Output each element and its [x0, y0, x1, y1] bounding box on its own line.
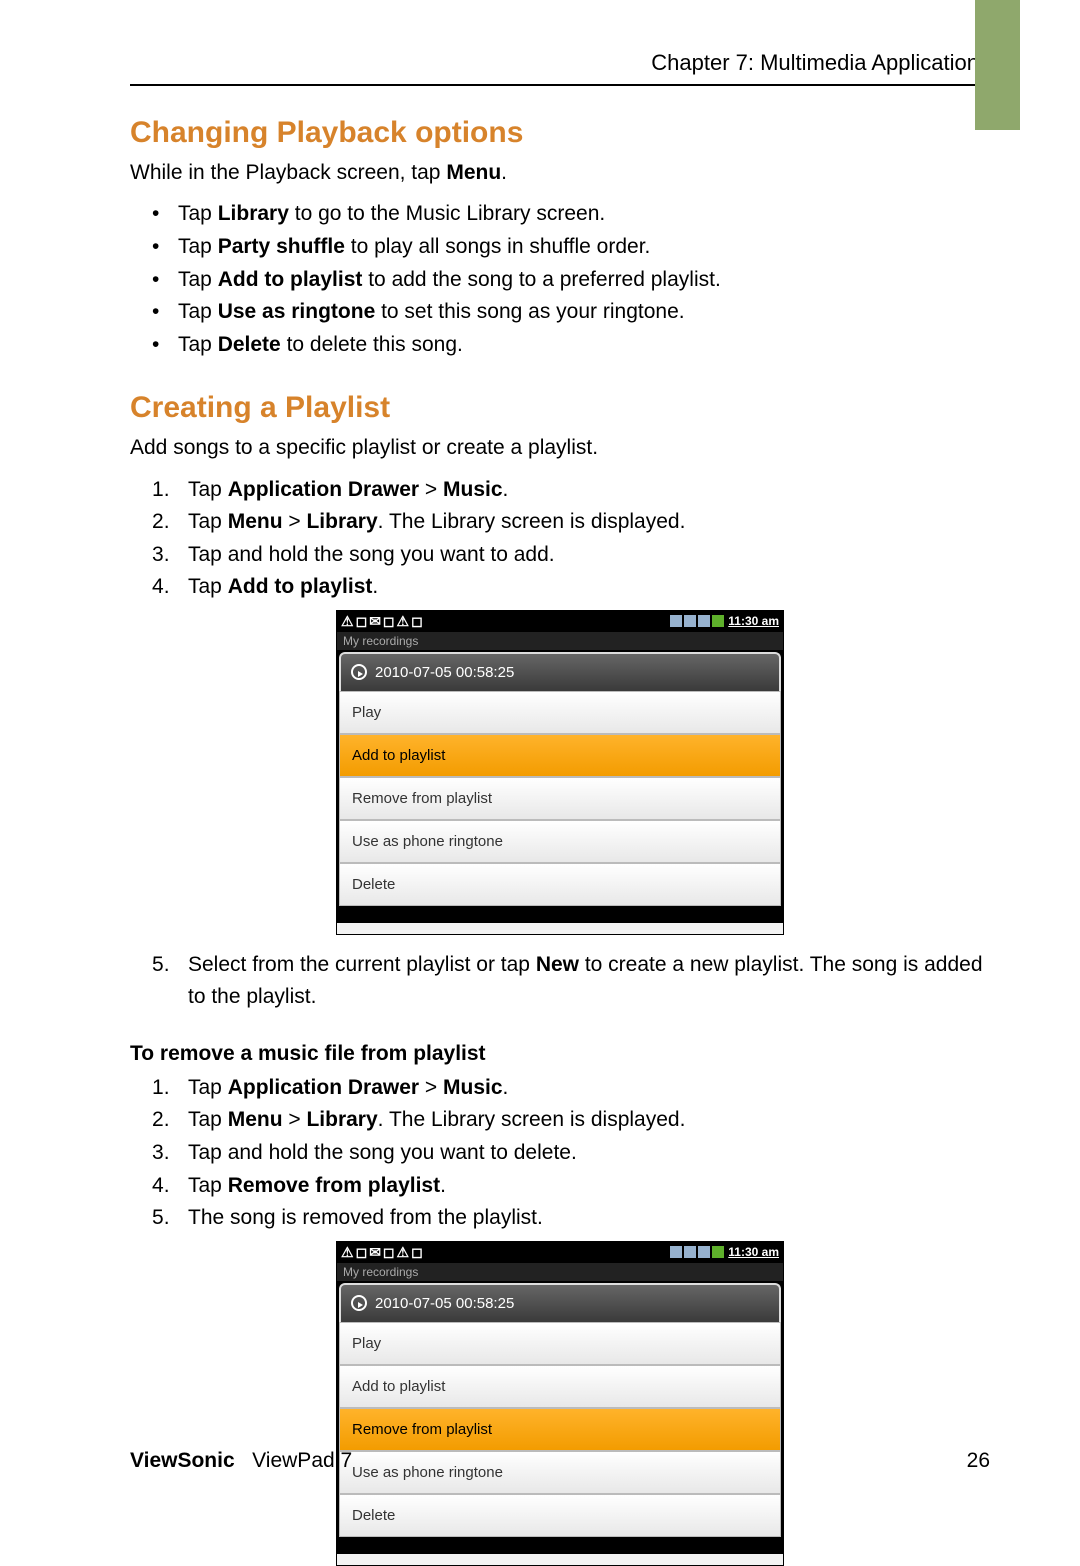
step-item: Tap and hold the song you want to add.	[158, 539, 990, 572]
step-item: The song is removed from the playlist.	[158, 1202, 990, 1235]
menu-item-delete[interactable]: Delete	[339, 1494, 781, 1537]
phone-screenshot-add: ⚠ ◻ ✉ ◻ ⚠ ◻ 11:30 am My recordings 2010-…	[336, 610, 784, 935]
menu-item-use-as-ringtone[interactable]: Use as phone ringtone	[339, 820, 781, 863]
dialog-title: 2010-07-05 00:58:25	[339, 652, 781, 691]
status-time: 11:30 am	[728, 614, 779, 628]
charge-icon	[712, 1246, 724, 1258]
page-number: 26	[967, 1449, 990, 1473]
menu-item-remove-from-playlist[interactable]: Remove from playlist	[339, 777, 781, 820]
bullet-list-playback: Tap Library to go to the Music Library s…	[130, 198, 990, 361]
menu-item-remove-from-playlist[interactable]: Remove from playlist	[339, 1408, 781, 1451]
steps-list-create-cont: Select from the current playlist or tap …	[130, 949, 990, 1014]
subheading-remove: To remove a music file from playlist	[130, 1042, 990, 1066]
step-item: Select from the current playlist or tap …	[158, 949, 990, 1014]
phone-screenshot-remove: ⚠ ◻ ✉ ◻ ⚠ ◻ 11:30 am My recordings 2010-…	[336, 1241, 784, 1566]
notify-icon: ◻	[356, 1244, 368, 1261]
bullet-item: Tap Use as ringtone to set this song as …	[158, 296, 990, 329]
signal-icon	[670, 1246, 682, 1258]
page-footer: ViewSonic ViewPad 7 26	[130, 1449, 990, 1473]
bullet-item: Tap Library to go to the Music Library s…	[158, 198, 990, 231]
status-bar: ⚠ ◻ ✉ ◻ ⚠ ◻ 11:30 am	[337, 1242, 783, 1263]
mail-icon: ✉	[369, 1244, 381, 1261]
network-icon	[698, 1246, 710, 1258]
menu-item-add-to-playlist[interactable]: Add to playlist	[339, 1365, 781, 1408]
mail-icon: ✉	[369, 613, 381, 630]
menu-item-play[interactable]: Play	[339, 1322, 781, 1365]
bt-icon: ◻	[383, 1244, 395, 1261]
notify-icon: ◻	[356, 613, 368, 630]
steps-list-create: Tap Application Drawer > Music. Tap Menu…	[130, 474, 990, 604]
status-time: 11:30 am	[728, 1245, 779, 1259]
warning-icon: ⚠	[397, 1244, 410, 1261]
charge-icon	[712, 615, 724, 627]
corner-accent	[975, 0, 1020, 130]
menu-item-delete[interactable]: Delete	[339, 863, 781, 906]
step-item: Tap Application Drawer > Music.	[158, 1072, 990, 1105]
intro-paragraph-1: While in the Playback screen, tap Menu.	[130, 158, 990, 188]
battery-icon	[684, 1246, 696, 1258]
breadcrumb: My recordings	[337, 632, 783, 650]
signal-icon	[670, 615, 682, 627]
warning-icon: ⚠	[341, 1244, 354, 1261]
bt-icon: ◻	[383, 613, 395, 630]
play-circle-icon	[351, 664, 367, 680]
status-bar: ⚠ ◻ ✉ ◻ ⚠ ◻ 11:30 am	[337, 611, 783, 632]
breadcrumb: My recordings	[337, 1263, 783, 1281]
sd-icon: ◻	[411, 1244, 423, 1261]
step-item: Tap Remove from playlist.	[158, 1170, 990, 1203]
chapter-header: Chapter 7: Multimedia Applications	[130, 50, 990, 86]
bullet-item: Tap Add to playlist to add the song to a…	[158, 264, 990, 297]
step-item: Tap Application Drawer > Music.	[158, 474, 990, 507]
step-item: Tap Menu > Library. The Library screen i…	[158, 1104, 990, 1137]
play-circle-icon	[351, 1295, 367, 1311]
menu-item-play[interactable]: Play	[339, 691, 781, 734]
steps-list-remove: Tap Application Drawer > Music. Tap Menu…	[130, 1072, 990, 1235]
step-item: Tap and hold the song you want to delete…	[158, 1137, 990, 1170]
menu-item-add-to-playlist[interactable]: Add to playlist	[339, 734, 781, 777]
warning-icon: ⚠	[341, 613, 354, 630]
step-item: Tap Add to playlist.	[158, 571, 990, 604]
battery-icon	[684, 615, 696, 627]
warning-icon: ⚠	[397, 613, 410, 630]
bullet-item: Tap Delete to delete this song.	[158, 329, 990, 362]
intro-paragraph-2: Add songs to a specific playlist or crea…	[130, 433, 990, 463]
heading-changing-playback-options: Changing Playback options	[130, 116, 990, 150]
step-item: Tap Menu > Library. The Library screen i…	[158, 506, 990, 539]
network-icon	[698, 615, 710, 627]
dialog-title: 2010-07-05 00:58:25	[339, 1283, 781, 1322]
heading-creating-a-playlist: Creating a Playlist	[130, 391, 990, 425]
sd-icon: ◻	[411, 613, 423, 630]
bullet-item: Tap Party shuffle to play all songs in s…	[158, 231, 990, 264]
